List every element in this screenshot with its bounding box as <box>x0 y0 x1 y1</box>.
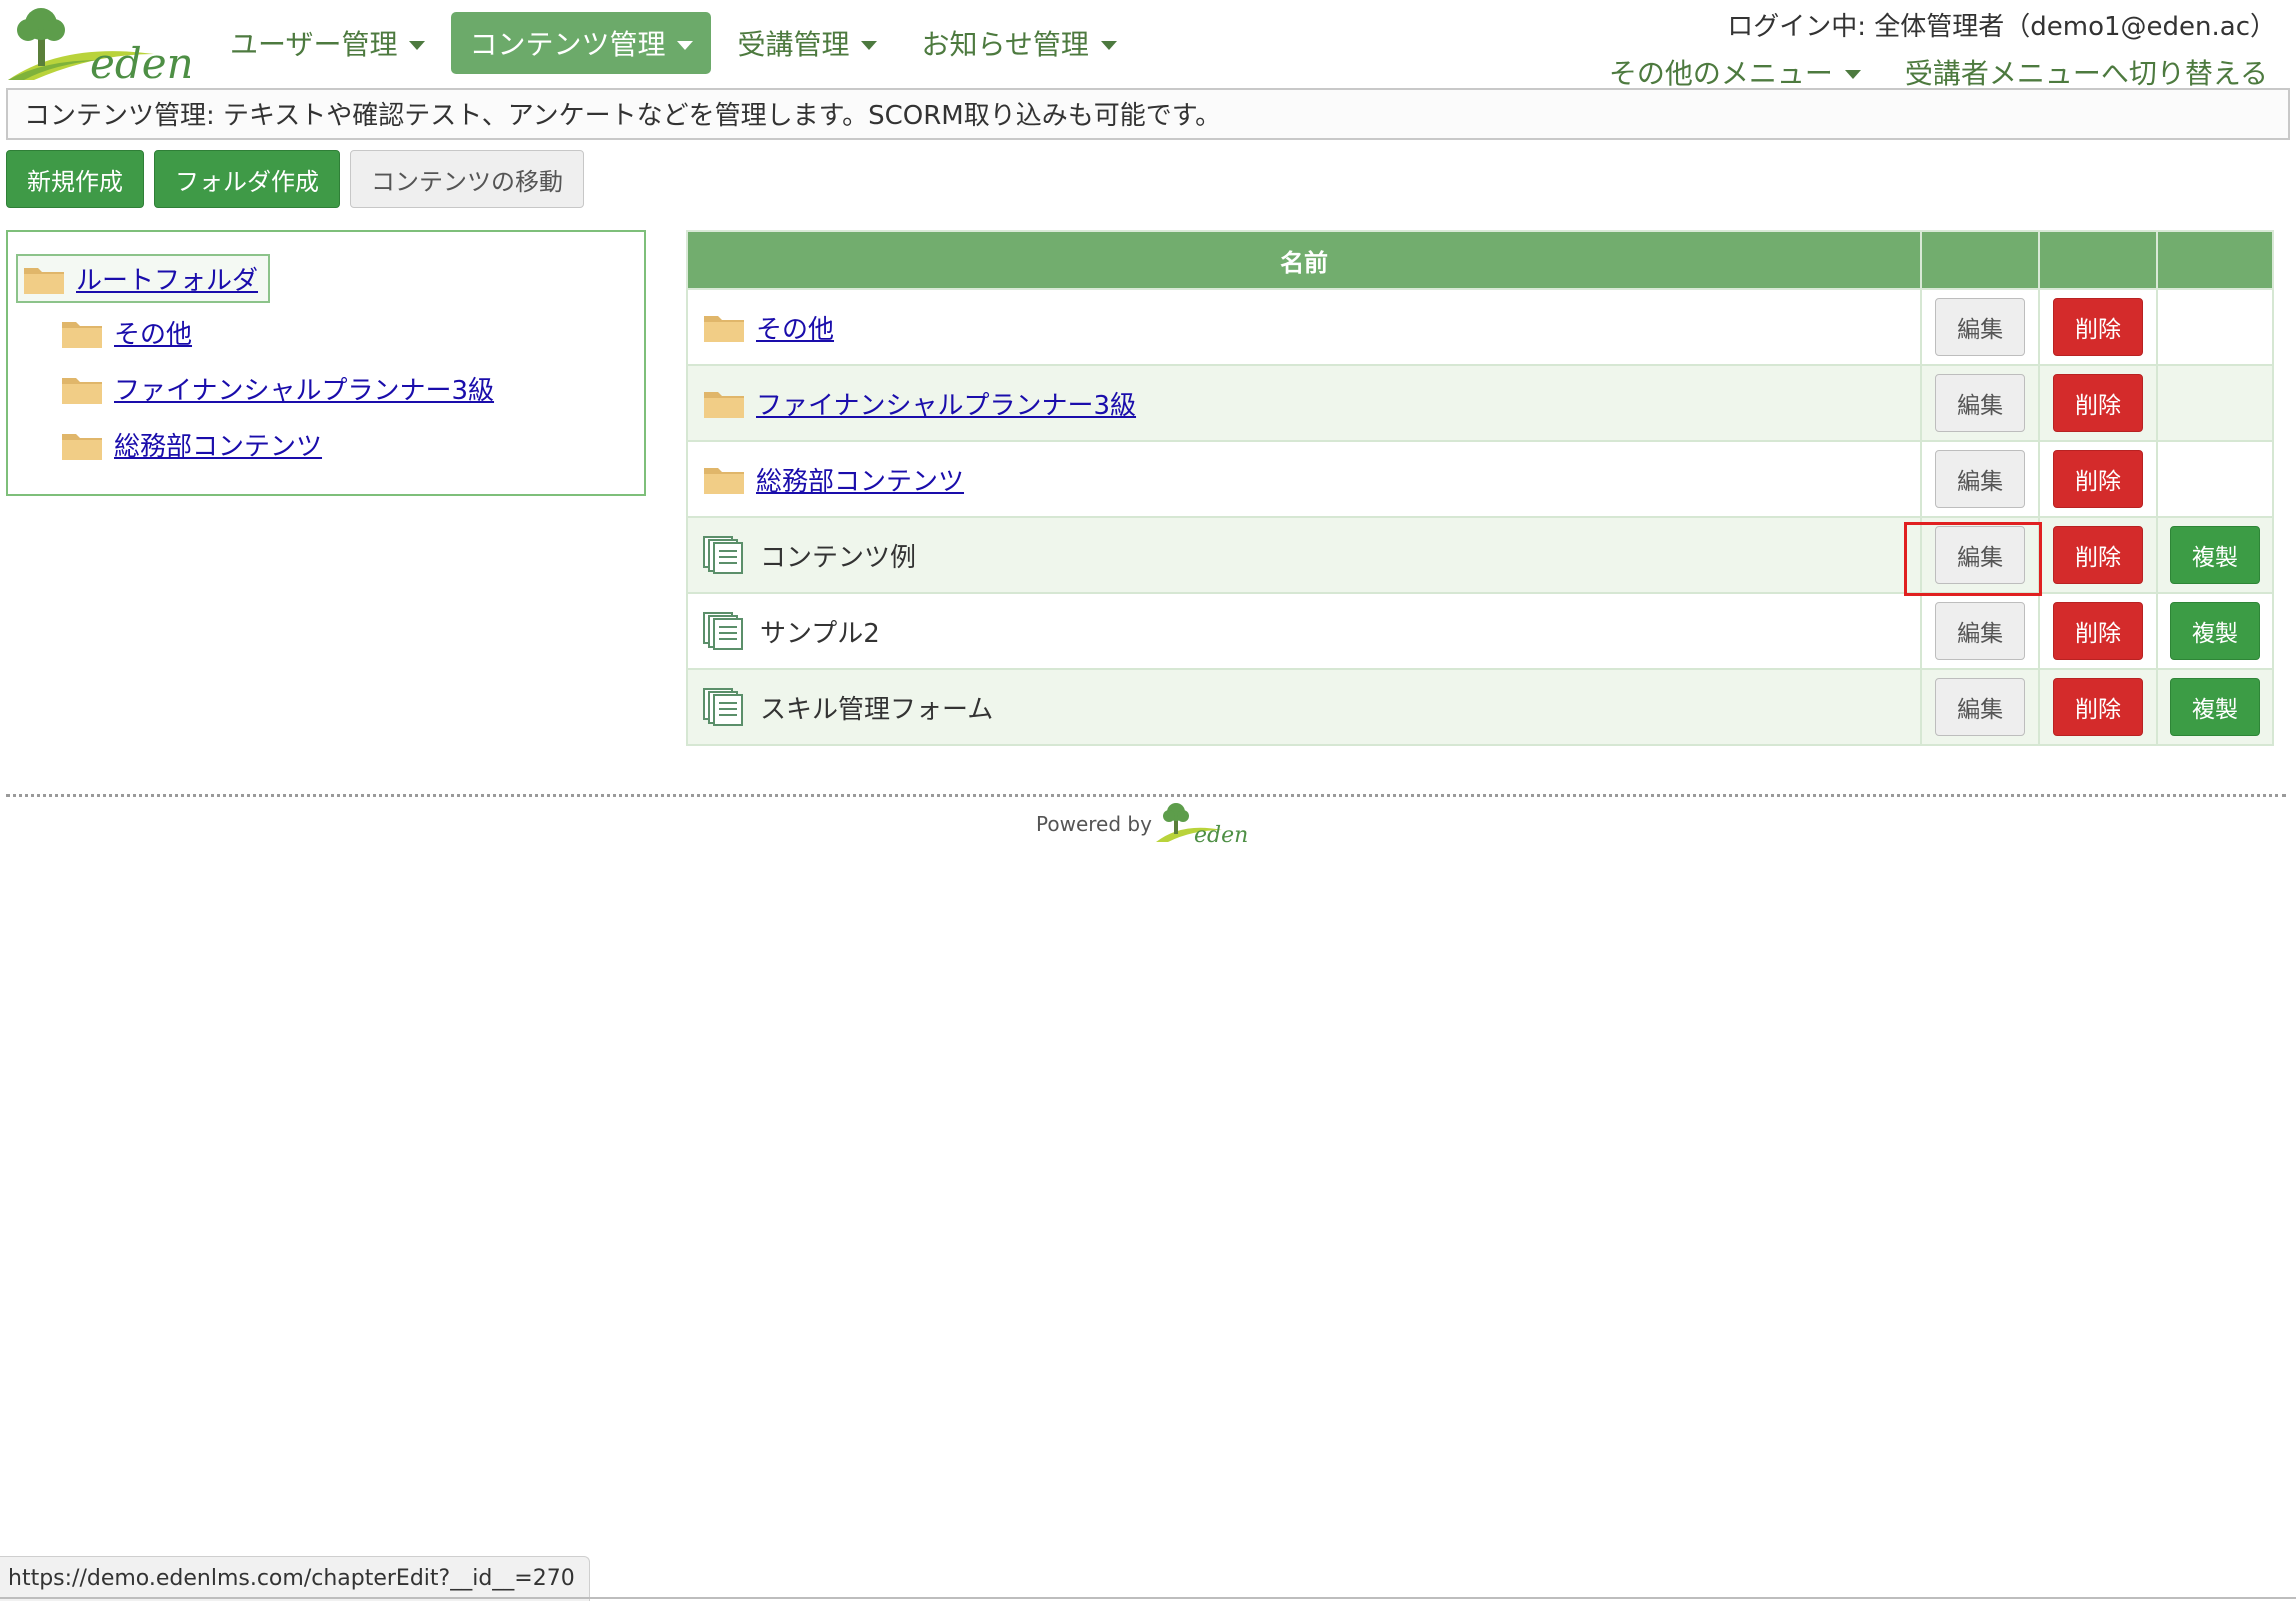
column-header-delete <box>2038 230 2159 290</box>
tree-item-general-affairs[interactable]: 総務部コンテンツ <box>60 426 322 463</box>
nav-label: ユーザー管理 <box>230 28 398 61</box>
new-content-button[interactable]: 新規作成 <box>6 150 144 208</box>
folder-icon <box>62 321 102 348</box>
switch-menu-label: 受講者メニューへ切り替える <box>1904 57 2268 90</box>
chevron-down-icon <box>677 40 694 50</box>
tree-item-label[interactable]: ファイナンシャルプランナー3級 <box>114 370 494 407</box>
tree-item-other[interactable]: その他 <box>60 314 192 351</box>
edit-button[interactable]: 編集 <box>1935 298 2026 356</box>
svg-text:eden: eden <box>90 39 190 82</box>
delete-button[interactable]: 削除 <box>2053 450 2144 508</box>
folder-icon <box>704 316 744 342</box>
chevron-down-icon <box>1100 40 1117 50</box>
new-folder-button[interactable]: フォルダ作成 <box>154 150 340 208</box>
delete-button[interactable]: 削除 <box>2053 602 2144 660</box>
edit-button[interactable]: 編集 <box>1935 602 2026 660</box>
folder-icon <box>704 392 744 418</box>
move-content-button[interactable]: コンテンツの移動 <box>350 150 584 208</box>
row-name: コンテンツ例 <box>760 542 917 573</box>
tree-item-label[interactable]: ルートフォルダ <box>76 260 258 297</box>
svg-text:eden: eden <box>1194 823 1248 848</box>
nav-label: 受講管理 <box>737 28 850 61</box>
copy-button[interactable]: 複製 <box>2170 526 2261 584</box>
page-description: コンテンツ管理: テキストや確認テスト、アンケートなどを管理します。SCORM取… <box>6 88 2290 140</box>
chevron-down-icon <box>1844 69 1861 79</box>
folder-icon <box>62 377 102 404</box>
column-header-copy <box>2156 230 2274 290</box>
tree-item-fp3[interactable]: ファイナンシャルプランナー3級 <box>60 370 494 407</box>
folder-tree: ルートフォルダ その他 ファイナンシャルプランナー3級 総務部コンテンツ <box>6 230 646 496</box>
nav-notice-management[interactable]: お知らせ管理 <box>903 12 1134 74</box>
table-row: ファイナンシャルプランナー3級 編集 削除 <box>685 364 2274 442</box>
delete-button[interactable]: 削除 <box>2053 678 2144 736</box>
switch-to-learner-link[interactable]: 受講者メニューへ切り替える <box>1905 52 2268 92</box>
row-name-link[interactable]: その他 <box>756 309 834 346</box>
sub-menus: その他のメニュー 受講者メニューへ切り替える <box>1565 52 2268 92</box>
other-menu-label: その他のメニュー <box>1608 57 1833 90</box>
table-header-row: 名前 <box>685 230 2274 290</box>
folder-icon <box>24 267 64 294</box>
chevron-down-icon <box>409 40 426 50</box>
edit-button[interactable]: 編集 <box>1935 374 2026 432</box>
delete-button[interactable]: 削除 <box>2053 298 2144 356</box>
browser-status-url: https://demo.edenlms.com/chapterEdit?__i… <box>0 1556 590 1601</box>
footer-divider <box>6 794 2286 797</box>
row-name: サンプル2 <box>760 618 880 649</box>
login-info: ログイン中: 全体管理者（demo1@eden.ac） <box>1727 12 2276 42</box>
row-name-link[interactable]: 総務部コンテンツ <box>756 461 964 498</box>
copy-button[interactable]: 複製 <box>2170 678 2261 736</box>
powered-by: Powered by eden <box>1036 800 1252 848</box>
nav-content-management[interactable]: コンテンツ管理 <box>451 12 712 74</box>
document-stack-icon <box>703 688 743 726</box>
table-row: コンテンツ例 編集 削除 複製 <box>685 516 2274 594</box>
table-row: サンプル2 編集 削除 複製 <box>685 592 2274 670</box>
table-row: スキル管理フォーム 編集 削除 複製 <box>685 668 2274 746</box>
tree-item-label[interactable]: 総務部コンテンツ <box>114 426 322 463</box>
copy-button[interactable]: 複製 <box>2170 602 2261 660</box>
delete-button[interactable]: 削除 <box>2053 374 2144 432</box>
row-name: スキル管理フォーム <box>760 694 994 725</box>
delete-button[interactable]: 削除 <box>2053 526 2144 584</box>
main-nav: ユーザー管理 コンテンツ管理 受講管理 お知らせ管理 <box>212 12 1143 76</box>
eden-logo-icon: eden <box>8 8 194 88</box>
toolbar: 新規作成 フォルダ作成 コンテンツの移動 <box>6 150 594 208</box>
folder-icon <box>704 468 744 494</box>
folder-icon <box>62 433 102 460</box>
tree-item-label[interactable]: その他 <box>114 314 192 351</box>
table-row: その他 編集 削除 <box>685 288 2274 366</box>
chevron-down-icon <box>861 40 878 50</box>
document-stack-icon <box>703 612 743 650</box>
column-header-name: 名前 <box>685 230 1923 290</box>
nav-course-management[interactable]: 受講管理 <box>719 12 895 74</box>
document-stack-icon <box>703 536 743 574</box>
content-table: 名前 その他 編集 削除 ファイナンシャルプランナー3級 編集 削除 総務部コン… <box>685 230 2274 746</box>
edit-button[interactable]: 編集 <box>1935 678 2026 736</box>
column-header-edit <box>1920 230 2041 290</box>
row-name-link[interactable]: ファイナンシャルプランナー3級 <box>756 385 1136 422</box>
nav-user-management[interactable]: ユーザー管理 <box>212 12 443 74</box>
nav-label: コンテンツ管理 <box>469 28 666 61</box>
tree-item-root[interactable]: ルートフォルダ <box>16 254 271 303</box>
other-menu-dropdown[interactable]: その他のメニュー <box>1609 52 1861 92</box>
nav-label: お知らせ管理 <box>921 28 1089 61</box>
eden-logo[interactable]: eden <box>4 2 194 88</box>
edit-button[interactable]: 編集 <box>1935 450 2026 508</box>
window-bottom-border <box>0 1597 2296 1599</box>
table-row: 総務部コンテンツ 編集 削除 <box>685 440 2274 518</box>
edit-button[interactable]: 編集 <box>1935 526 2026 584</box>
eden-footer-logo-icon: eden <box>1155 803 1248 848</box>
powered-by-label: Powered by <box>1036 812 1152 836</box>
